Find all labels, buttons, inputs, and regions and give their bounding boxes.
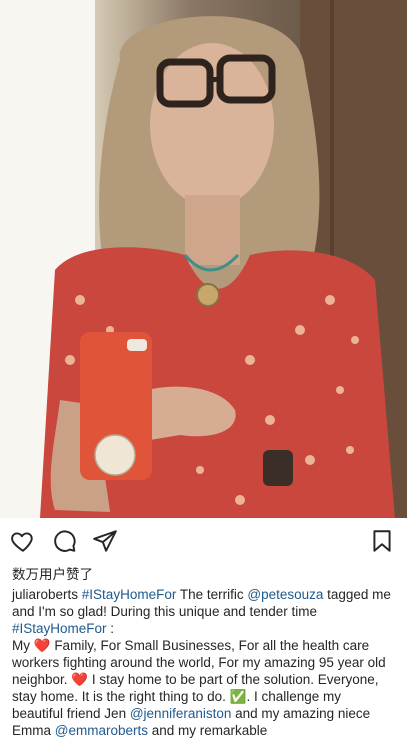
share-button[interactable] (92, 528, 118, 554)
phone-pop-socket (94, 434, 136, 476)
caption-text: The terrific (176, 587, 248, 602)
like-button[interactable] (10, 528, 36, 554)
mention-link-petesouza[interactable]: @petesouza (247, 587, 323, 602)
mention-link-jenniferaniston[interactable]: @jenniferaniston (130, 706, 232, 721)
username[interactable]: juliaroberts (12, 587, 78, 602)
likes-count[interactable]: 数万用户赞了 (0, 564, 407, 586)
paper-plane-icon (93, 530, 117, 552)
mirror-selfie-illustration (0, 0, 407, 518)
post-caption: juliaroberts #IStayHomeFor The terrific … (0, 586, 407, 739)
post-photo[interactable] (0, 0, 407, 518)
caption-intro: juliaroberts #IStayHomeFor The terrific … (12, 586, 395, 637)
heart-emoji: ❤️ (33, 638, 51, 653)
necklace-pendant (196, 283, 220, 307)
phone-camera (127, 339, 147, 351)
glasses-bridge (209, 76, 221, 83)
speech-bubble-icon (54, 530, 76, 552)
watch (263, 450, 293, 486)
caption-text: and my remarkable (148, 723, 268, 738)
post-actions-bar (0, 518, 407, 566)
heart-outline-icon (11, 532, 33, 552)
save-button[interactable] (369, 528, 395, 554)
comment-button[interactable] (51, 528, 77, 554)
neck (185, 195, 240, 265)
hashtag-link[interactable]: #IStayHomeFor (12, 621, 107, 636)
caption-text: : (106, 621, 115, 636)
check-emoji: ✅ (229, 689, 247, 704)
mention-link-emmaroberts[interactable]: @emmaroberts (55, 723, 148, 738)
caption-body: My ❤️ Family, For Small Businesses, For … (12, 637, 395, 739)
hashtag-link[interactable]: #IStayHomeFor (82, 587, 177, 602)
bookmark-icon (373, 530, 391, 552)
caption-text: My (12, 638, 34, 653)
heart-emoji: ❤️ (71, 672, 89, 687)
